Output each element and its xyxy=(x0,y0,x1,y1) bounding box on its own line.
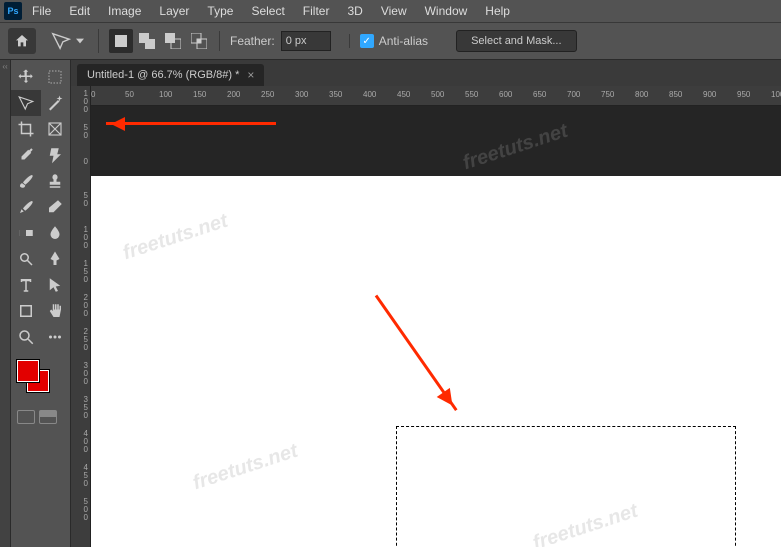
checkbox-checked-icon: ✓ xyxy=(360,34,374,48)
panel-collapse-strip[interactable]: ‹‹ xyxy=(0,60,11,547)
dodge-tool[interactable] xyxy=(11,246,41,272)
canvas[interactable]: freetuts.net freetuts.net freetuts.net f… xyxy=(91,106,781,547)
document-paper: freetuts.net freetuts.net freetuts.net f… xyxy=(91,176,781,547)
menu-help[interactable]: Help xyxy=(477,2,518,20)
type-tool[interactable] xyxy=(11,272,41,298)
menu-file[interactable]: File xyxy=(24,2,59,20)
stamp-tool[interactable] xyxy=(41,168,71,194)
tool-preset-picker[interactable] xyxy=(44,28,90,54)
anti-alias-checkbox[interactable]: ✓ Anti-alias xyxy=(349,34,438,48)
home-button[interactable] xyxy=(8,28,36,54)
color-swatches[interactable] xyxy=(17,360,64,396)
history-brush-tool[interactable] xyxy=(11,194,41,220)
quick-mask-mode[interactable] xyxy=(39,410,57,424)
zoom-tool[interactable] xyxy=(11,324,41,350)
close-tab-icon[interactable]: × xyxy=(247,68,254,82)
menu-select[interactable]: Select xyxy=(243,2,292,20)
gradient-tool[interactable] xyxy=(11,220,41,246)
frame-tool[interactable] xyxy=(41,116,71,142)
pen-tool[interactable] xyxy=(41,246,71,272)
menu-view[interactable]: View xyxy=(373,2,415,20)
selection-mode-group xyxy=(98,29,211,53)
menu-type[interactable]: Type xyxy=(199,2,241,20)
mode-intersect-selection[interactable] xyxy=(187,29,211,53)
foreground-color[interactable] xyxy=(17,360,39,382)
healing-tool[interactable] xyxy=(41,142,71,168)
annotation-arrow xyxy=(375,295,458,411)
feather-input[interactable] xyxy=(281,31,331,51)
main-area: ‹‹ xyxy=(0,60,781,547)
menu-3d[interactable]: 3D xyxy=(339,2,370,20)
document-tab[interactable]: Untitled-1 @ 66.7% (RGB/8#) * × xyxy=(77,64,264,86)
document-tabs: Untitled-1 @ 66.7% (RGB/8#) * × xyxy=(71,60,781,86)
marquee-selection[interactable] xyxy=(396,426,736,547)
feather-label: Feather: xyxy=(230,34,275,48)
standard-mode[interactable] xyxy=(17,410,35,424)
mode-subtract-selection[interactable] xyxy=(161,29,185,53)
tools-panel xyxy=(11,60,71,547)
hand-tool[interactable] xyxy=(41,298,71,324)
brush-tool[interactable] xyxy=(11,168,41,194)
eyedropper-tool[interactable] xyxy=(11,142,41,168)
watermark: freetuts.net xyxy=(190,440,301,496)
path-selection-tool[interactable] xyxy=(41,272,71,298)
watermark: freetuts.net xyxy=(120,210,231,266)
menu-filter[interactable]: Filter xyxy=(295,2,338,20)
menu-image[interactable]: Image xyxy=(100,2,149,20)
edit-toolbar[interactable] xyxy=(41,324,71,350)
feather-group: Feather: xyxy=(219,31,341,51)
annotation-arrow xyxy=(106,122,276,125)
eraser-tool[interactable] xyxy=(41,194,71,220)
move-tool[interactable] xyxy=(11,64,41,90)
horizontal-ruler: 0501001502002503003504004505005506006507… xyxy=(91,86,781,106)
watermark: freetuts.net xyxy=(460,120,571,176)
document-area: Untitled-1 @ 66.7% (RGB/8#) * × 10050050… xyxy=(71,60,781,547)
select-and-mask-button[interactable]: Select and Mask... xyxy=(456,30,577,52)
mode-add-selection[interactable] xyxy=(135,29,159,53)
menu-bar: Ps File Edit Image Layer Type Select Fil… xyxy=(0,0,781,22)
menu-window[interactable]: Window xyxy=(417,2,476,20)
menu-edit[interactable]: Edit xyxy=(61,2,98,20)
shape-tool[interactable] xyxy=(11,298,41,324)
crop-tool[interactable] xyxy=(11,116,41,142)
app-logo: Ps xyxy=(4,2,22,20)
marquee-tool[interactable] xyxy=(41,64,71,90)
vertical-ruler: 10050050100150200250300350400450500 xyxy=(71,86,91,547)
blur-tool[interactable] xyxy=(41,220,71,246)
lasso-tool[interactable] xyxy=(11,90,41,116)
menu-layer[interactable]: Layer xyxy=(151,2,197,20)
magic-wand-tool[interactable] xyxy=(41,90,71,116)
chevron-down-icon xyxy=(76,38,84,44)
options-bar: Feather: ✓ Anti-alias Select and Mask... xyxy=(0,22,781,60)
mode-new-selection[interactable] xyxy=(109,29,133,53)
tab-title: Untitled-1 @ 66.7% (RGB/8#) * xyxy=(87,69,239,81)
mask-mode-group xyxy=(11,406,70,428)
anti-alias-label: Anti-alias xyxy=(379,34,428,48)
